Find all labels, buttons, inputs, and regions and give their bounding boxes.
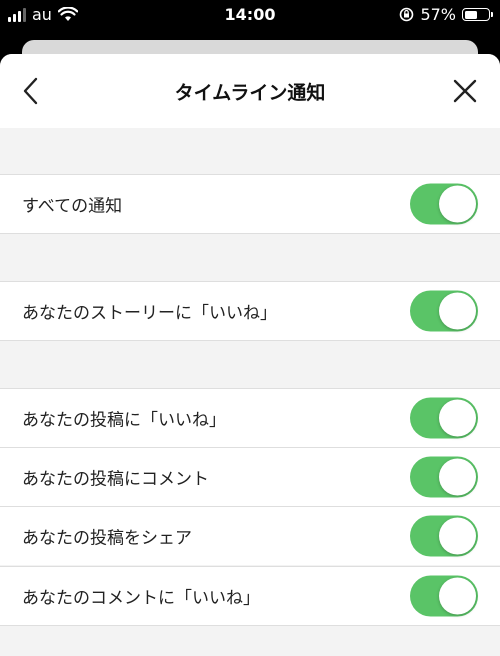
setting-row-post-comment: あなたの投稿にコメント: [0, 448, 500, 506]
setting-row-post-like: あなたの投稿に「いいね」: [0, 389, 500, 447]
toggle-post-share[interactable]: [410, 515, 478, 557]
setting-row-story-like: あなたのストーリーに「いいね」: [0, 282, 500, 340]
setting-row-comment-like: あなたのコメントに「いいね」: [0, 567, 500, 625]
setting-label: あなたの投稿にコメント: [22, 469, 209, 490]
toggle-post-like[interactable]: [410, 397, 478, 439]
toggle-story-like[interactable]: [410, 290, 478, 332]
page-title: タイムライン通知: [174, 82, 326, 104]
setting-row-post-share: あなたの投稿をシェア: [0, 507, 500, 565]
close-icon[interactable]: [452, 78, 478, 104]
toggle-knob: [439, 399, 476, 437]
setting-label: あなたの投稿をシェア: [22, 528, 192, 549]
divider: [0, 233, 500, 234]
status-right: 57%: [399, 5, 493, 24]
setting-label: すべての通知: [22, 196, 123, 217]
toggle-knob: [439, 458, 476, 496]
notification-sheet: タイムライン通知 すべての通知 あなたのストーリーに「いいね」 あなたの投稿に「…: [0, 54, 500, 656]
rotation-lock-icon: [400, 7, 414, 22]
setting-label: あなたのストーリーに「いいね」: [22, 303, 277, 324]
toggle-comment-like[interactable]: [410, 575, 478, 617]
divider: [0, 340, 500, 341]
toggle-all-notifications[interactable]: [410, 183, 478, 225]
setting-label: あなたの投稿に「いいね」: [22, 410, 226, 431]
toggle-knob: [439, 577, 476, 615]
battery-fill: [464, 10, 478, 19]
toggle-post-comment[interactable]: [410, 456, 478, 498]
setting-label: あなたのコメントに「いいね」: [22, 588, 260, 609]
toggle-knob: [439, 185, 476, 223]
divider: [0, 625, 500, 626]
battery-percent: 57%: [420, 5, 456, 24]
status-bar: au 14:00 57%: [0, 0, 500, 32]
nav-bar: タイムライン通知: [0, 54, 500, 128]
setting-row-all: すべての通知: [0, 175, 500, 233]
toggle-knob: [439, 517, 476, 555]
toggle-knob: [439, 292, 476, 330]
battery-icon: [462, 8, 493, 21]
